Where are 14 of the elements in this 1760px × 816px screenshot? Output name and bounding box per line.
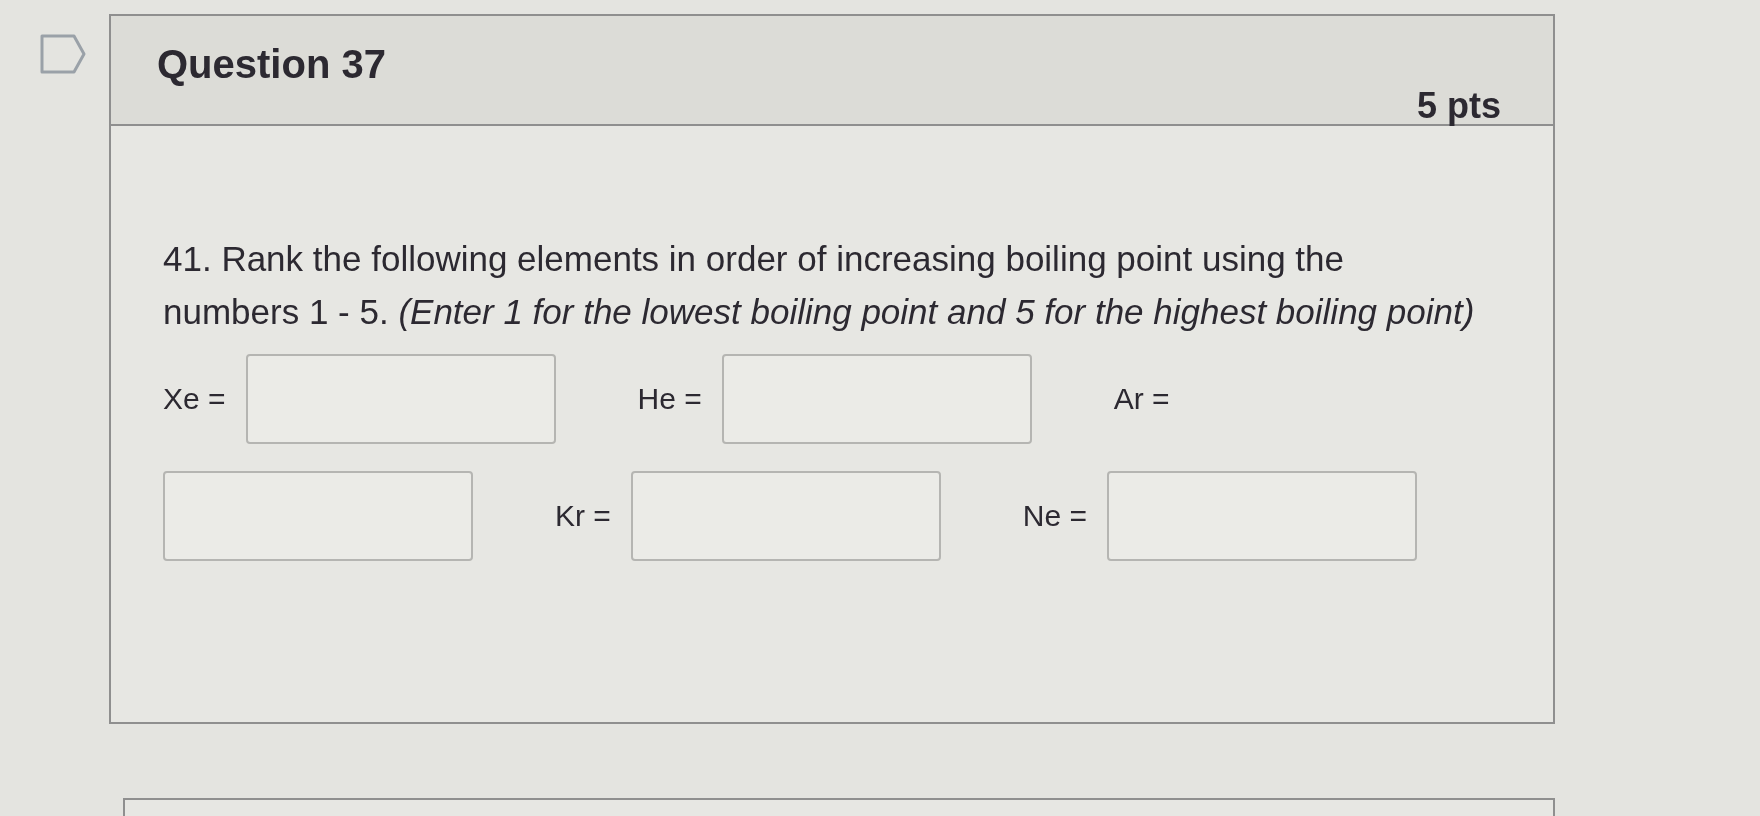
element-label: Kr = [555,498,611,534]
answer-field[interactable] [163,471,473,561]
answer-field[interactable] [1107,471,1418,561]
element-label: Ar = [1113,381,1170,417]
element-label: He = [637,381,702,417]
element-label: Ne = [1022,498,1088,534]
element-label: Xe = [163,381,226,417]
answer-field[interactable] [721,354,1032,444]
flag-icon[interactable] [40,34,86,74]
question-text: 41. Rank the following elements in order of increasing boiling point using the numbers 1 - 5. (Enter 1 for the lowest boiling point and 5 for the highest boiling point) [163,238,1476,333]
answer-field[interactable] [245,354,556,444]
answer-field[interactable] [630,471,941,561]
points-label: 5 pts [1416,84,1501,128]
question-title: Question 37 [157,41,386,88]
